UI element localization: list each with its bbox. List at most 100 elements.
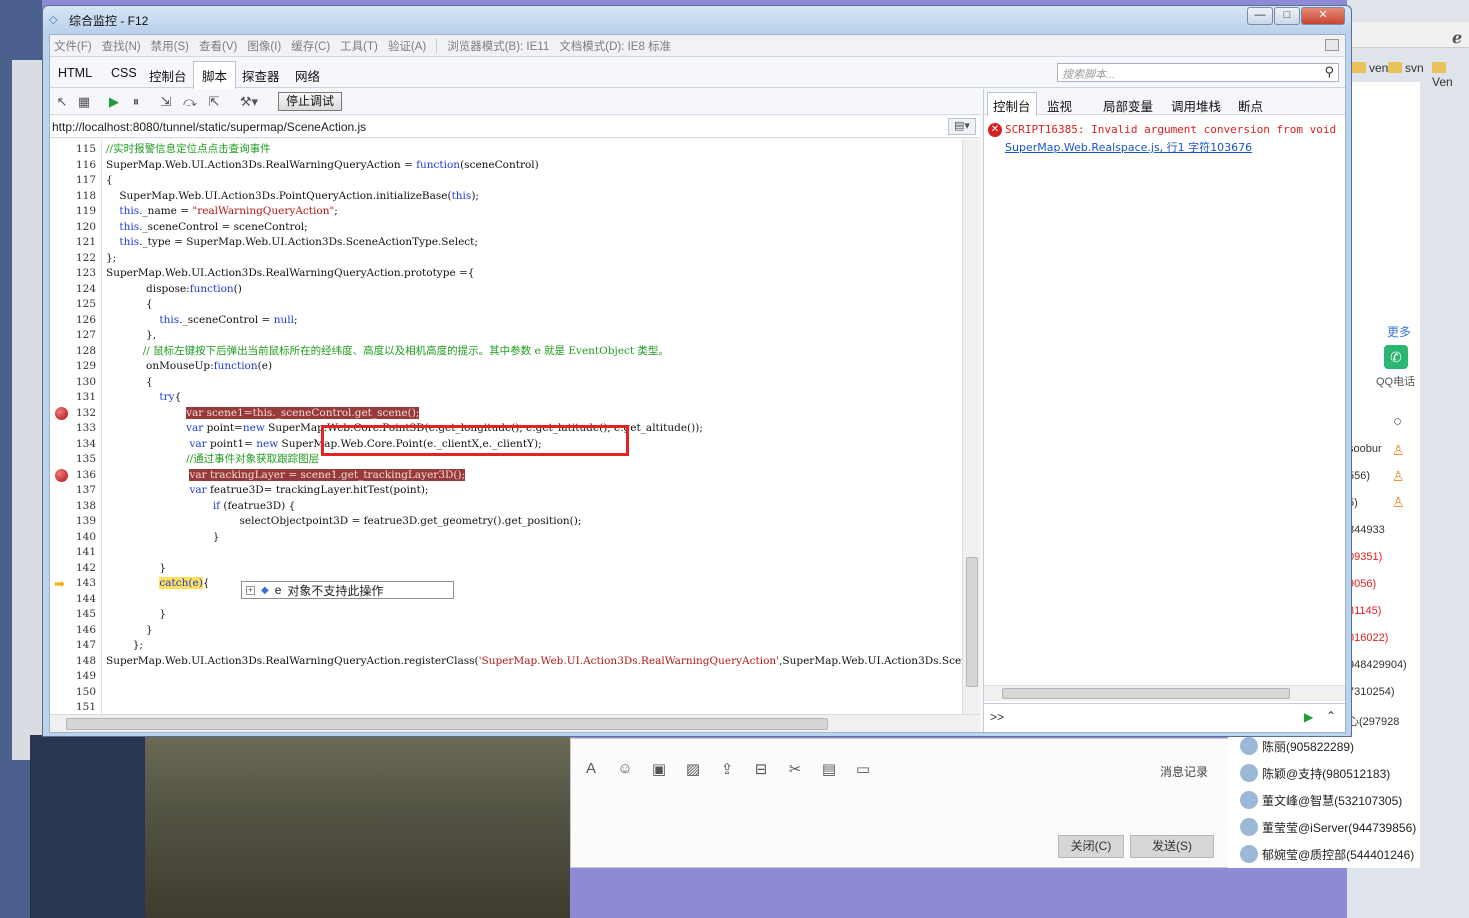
- expand-icon[interactable]: ⌃: [1326, 709, 1336, 723]
- console-horizontal-scrollbar[interactable]: [984, 685, 1345, 701]
- right-tab-2[interactable]: 局部变量: [1103, 96, 1153, 115]
- document-icon[interactable]: ▤: [818, 760, 840, 778]
- code-line[interactable]: this._sceneControl = null;: [106, 313, 297, 329]
- line-number[interactable]: 131: [50, 390, 100, 406]
- line-number[interactable]: 127: [50, 328, 100, 344]
- code-line[interactable]: }: [106, 530, 220, 546]
- line-number[interactable]: 116: [50, 158, 100, 174]
- qq-member-fragment[interactable]: 9056): [1348, 578, 1376, 590]
- qq-member-fragment[interactable]: 7310254): [1348, 686, 1395, 698]
- code-line[interactable]: {: [106, 297, 153, 313]
- close-button[interactable]: ✕: [1301, 7, 1345, 25]
- qq-member-item[interactable]: 董莹莹@iServer(944739856): [1240, 818, 1416, 836]
- qq-history-link[interactable]: 消息记录: [1160, 763, 1208, 780]
- menu-item[interactable]: 查找(N): [102, 38, 141, 54]
- line-number[interactable]: 120: [50, 220, 100, 236]
- qq-member-item[interactable]: 陈颖@支持(980512183): [1240, 764, 1390, 782]
- breakpoint-icon[interactable]: [55, 406, 68, 420]
- script-picker-icon[interactable]: ▤▾: [948, 118, 976, 135]
- code-line[interactable]: this._sceneControl = sceneControl;: [106, 220, 307, 236]
- line-number[interactable]: 130: [50, 375, 100, 391]
- line-number[interactable]: 151: [50, 700, 100, 714]
- line-number[interactable]: 140: [50, 530, 100, 546]
- code-line[interactable]: var featrue3D= trackingLayer.hitTest(poi…: [106, 483, 428, 499]
- code-line[interactable]: SuperMap.Web.UI.Action3Ds.RealWarningQue…: [106, 654, 962, 670]
- scissors-icon[interactable]: ✂: [784, 760, 806, 778]
- line-number[interactable]: 138: [50, 499, 100, 515]
- upload-icon[interactable]: ⇪: [716, 760, 738, 778]
- line-number[interactable]: 122: [50, 251, 100, 267]
- tab-1[interactable]: CSS: [111, 66, 137, 80]
- stop-debugging-button[interactable]: 停止调试: [278, 92, 343, 111]
- step-over-icon[interactable]: ⤼: [182, 94, 198, 110]
- folder-ven[interactable]: ven: [1352, 61, 1388, 75]
- code-line[interactable]: // 鼠标左键按下后弹出当前鼠标所在的经纬度、高度以及相机高度的提示。其中参数 …: [106, 344, 669, 360]
- pause-icon[interactable]: ⏸: [128, 94, 144, 110]
- console-input[interactable]: >> ▶ ⌃: [984, 703, 1345, 730]
- package-icon[interactable]: ⊟: [750, 760, 772, 778]
- phone-icon[interactable]: ✆: [1384, 345, 1408, 369]
- menu-item[interactable]: 文档模式(D): IE8 标准: [559, 38, 671, 54]
- qq-phone-label[interactable]: QQ电话: [1376, 373, 1415, 389]
- qq-member-fragment[interactable]: 31145): [1348, 605, 1381, 617]
- scroll-thumb[interactable]: [966, 557, 978, 687]
- code-line[interactable]: try{: [106, 390, 181, 406]
- menu-item[interactable]: 缓存(C): [291, 38, 330, 54]
- folder-svn[interactable]: svn: [1388, 61, 1424, 75]
- qq-send-button[interactable]: 发送(S): [1130, 835, 1214, 858]
- right-tab-4[interactable]: 断点: [1238, 96, 1263, 115]
- minimize-button[interactable]: —: [1247, 7, 1273, 25]
- qq-member-fragment[interactable]: 948429904): [1348, 659, 1407, 671]
- qq-member-fragment[interactable]: 016022): [1348, 632, 1388, 644]
- line-number[interactable]: 147: [50, 638, 100, 654]
- tab-3[interactable]: 脚本: [193, 61, 237, 89]
- line-number[interactable]: 150: [50, 685, 100, 701]
- code-line[interactable]: selectObjectpoint3D = featrue3D.get_geom…: [106, 514, 582, 530]
- line-number[interactable]: 119: [50, 204, 100, 220]
- qq-member-fragment[interactable]: 844933: [1348, 524, 1385, 536]
- datatip-popup[interactable]: + ◆ e 对象不支持此操作: [241, 581, 454, 599]
- tools-icon[interactable]: ⚒▾: [236, 94, 262, 110]
- line-number[interactable]: 129: [50, 359, 100, 375]
- font-icon[interactable]: A: [580, 760, 602, 778]
- code-line[interactable]: this._name = "realWarningQueryAction";: [106, 204, 337, 220]
- console-error-link[interactable]: SuperMap.Web.Realspace.js, 行1 字符103676: [1005, 139, 1252, 155]
- search-icon[interactable]: ○: [1393, 413, 1402, 430]
- line-number[interactable]: 145: [50, 607, 100, 623]
- line-number[interactable]: 123: [50, 266, 100, 282]
- tab-0[interactable]: HTML: [58, 66, 92, 80]
- line-number[interactable]: 142: [50, 561, 100, 577]
- search-icon[interactable]: ⚲: [1324, 64, 1334, 80]
- line-number[interactable]: 139: [50, 514, 100, 530]
- code-line[interactable]: //通过事件对象获取跟踪图层: [106, 452, 319, 468]
- code-line[interactable]: onMouseUp:function(e): [106, 359, 272, 375]
- code-line[interactable]: SuperMap.Web.UI.Action3Ds.RealWarningQue…: [106, 266, 474, 282]
- emoji-icon[interactable]: ☺: [614, 760, 636, 778]
- line-number[interactable]: 118: [50, 189, 100, 205]
- step-out-icon[interactable]: ⇱: [206, 94, 222, 110]
- qq-more-link[interactable]: 更多: [1387, 323, 1411, 340]
- menu-item[interactable]: 文件(F): [54, 38, 92, 54]
- break-on-error-icon[interactable]: ▦: [76, 94, 92, 110]
- line-number[interactable]: 144: [50, 592, 100, 608]
- line-number[interactable]: 121: [50, 235, 100, 251]
- menu-item[interactable]: 验证(A): [388, 38, 426, 54]
- menu-item[interactable]: 禁用(S): [151, 38, 189, 54]
- right-tab-1[interactable]: 监视: [1047, 96, 1072, 115]
- breakpoint-icon[interactable]: [55, 468, 68, 482]
- line-number[interactable]: 134: [50, 437, 100, 453]
- code-line[interactable]: SuperMap.Web.UI.Action3Ds.RealWarningQue…: [106, 158, 539, 174]
- line-number[interactable]: 141: [50, 545, 100, 561]
- title-bar[interactable]: ◇ 综合监控 - F12 — □ ✕: [43, 6, 1351, 33]
- code-line[interactable]: }: [106, 607, 166, 623]
- image-icon[interactable]: ▨: [682, 760, 704, 778]
- select-cursor-icon[interactable]: ↖: [54, 94, 70, 110]
- line-number[interactable]: 149: [50, 669, 100, 685]
- code-line[interactable]: {: [106, 375, 153, 391]
- line-number[interactable]: 146: [50, 623, 100, 639]
- right-tab-0[interactable]: 控制台: [987, 92, 1037, 116]
- editor-horizontal-scrollbar[interactable]: [50, 714, 980, 732]
- code-line[interactable]: var trackingLayer = scene1.get_trackingL…: [106, 468, 466, 484]
- qq-member-fragment[interactable]: 心(297928: [1348, 713, 1399, 729]
- line-number[interactable]: 115: [50, 142, 100, 158]
